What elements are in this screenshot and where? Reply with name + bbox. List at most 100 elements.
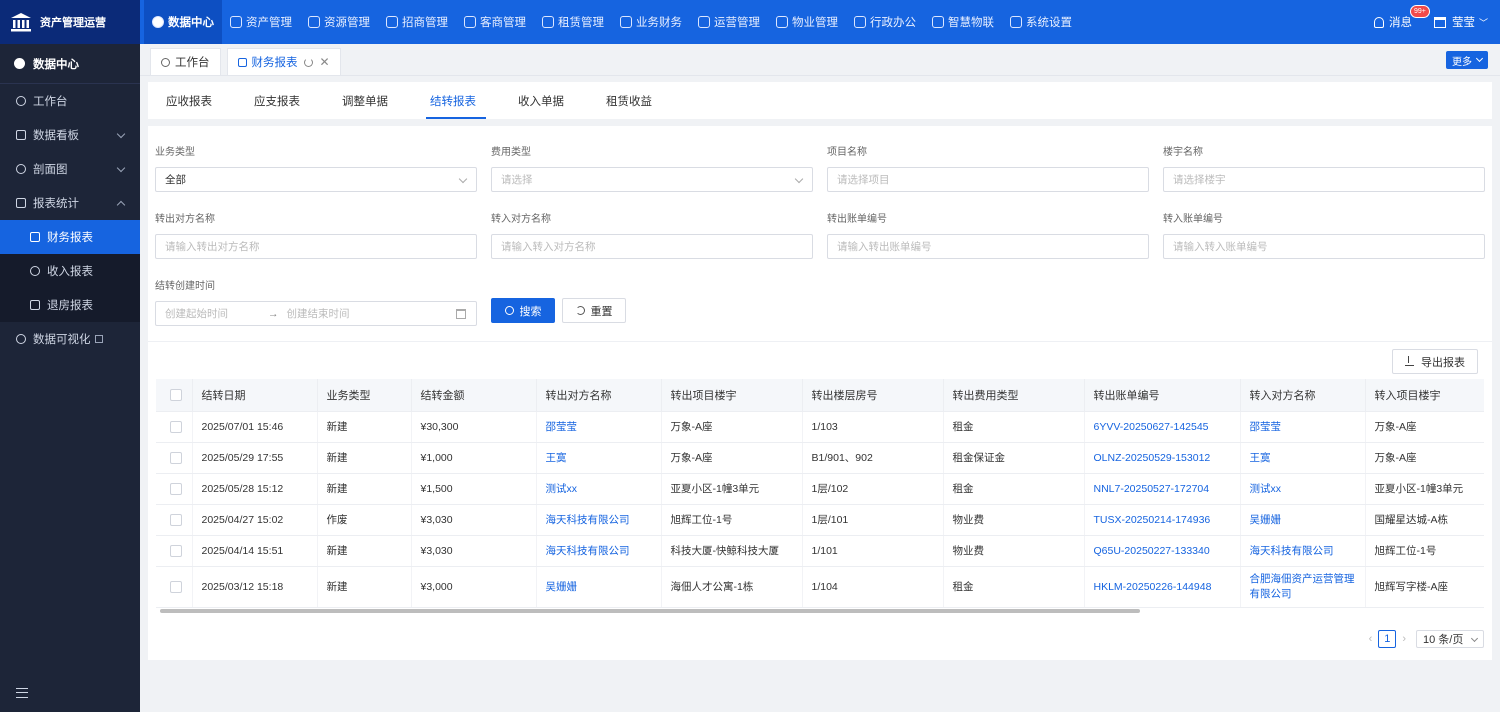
business-type-select[interactable]: 全部 bbox=[155, 167, 477, 192]
page-number-current[interactable]: 1 bbox=[1378, 630, 1397, 648]
cell-link[interactable]: Q65U-20250227-133340 bbox=[1084, 535, 1241, 567]
column-header[interactable]: 转出项目楼宇 bbox=[661, 379, 803, 412]
cell-link[interactable]: 合肥海佃资产运营管理有限公司 bbox=[1240, 566, 1366, 608]
sidebar-item-data-board[interactable]: 数据看板 bbox=[0, 118, 140, 152]
topnav-asset[interactable]: 资产管理 bbox=[222, 0, 300, 44]
sidebar-item-income-report[interactable]: 收入报表 bbox=[0, 254, 140, 288]
column-header[interactable]: 结转日期 bbox=[192, 379, 318, 412]
topnav-admin[interactable]: 行政办公 bbox=[846, 0, 924, 44]
cell: 作废 bbox=[317, 504, 412, 536]
cell-link[interactable]: 邵莹莹 bbox=[1240, 411, 1366, 443]
tab-adjustment[interactable]: 调整单据 bbox=[330, 82, 410, 119]
brand[interactable]: 资产管理运营 bbox=[0, 0, 140, 44]
table-card: 导出报表 结转日期 业务类型 结转金额 转出对方名称 转出项目楼宇 转出楼层房号… bbox=[148, 341, 1492, 660]
sidebar-item-report-stats[interactable]: 报表统计 bbox=[0, 186, 140, 220]
close-icon[interactable]: ✕ bbox=[320, 55, 330, 69]
export-report-button[interactable]: 导出报表 bbox=[1392, 349, 1478, 374]
cell-link[interactable]: 吴姗姗 bbox=[1240, 504, 1366, 536]
building-input[interactable]: 请选择楼宇 bbox=[1163, 167, 1485, 192]
tab-receivable[interactable]: 应收报表 bbox=[154, 82, 234, 119]
out-party-input[interactable]: 请输入转出对方名称 bbox=[155, 234, 477, 259]
topnav-lease[interactable]: 租赁管理 bbox=[534, 0, 612, 44]
sidebar-item-checkout-report[interactable]: 退房报表 bbox=[0, 288, 140, 322]
column-header[interactable]: 转出楼层房号 bbox=[802, 379, 944, 412]
cell-link[interactable]: 邵莹莹 bbox=[536, 411, 662, 443]
cube-icon bbox=[230, 16, 242, 28]
refresh-icon[interactable] bbox=[303, 57, 313, 67]
cell-link[interactable]: 6YVV-20250627-142545 bbox=[1084, 411, 1241, 443]
sidebar-item-data-visualization[interactable]: 数据可视化 bbox=[0, 322, 140, 356]
topnav-merchant[interactable]: 客商管理 bbox=[456, 0, 534, 44]
topnav-settings[interactable]: 系统设置 bbox=[1002, 0, 1080, 44]
prev-page-icon[interactable]: ‹ bbox=[1369, 633, 1373, 645]
out-bill-input[interactable]: 请输入转出账单编号 bbox=[827, 234, 1149, 259]
user-menu[interactable]: 莹莹 ﹀ bbox=[1433, 14, 1488, 30]
column-header[interactable]: 转出账单编号 bbox=[1084, 379, 1241, 412]
column-header[interactable]: 转出费用类型 bbox=[943, 379, 1085, 412]
scrollbar-thumb[interactable] bbox=[160, 609, 1140, 613]
row-checkbox[interactable] bbox=[170, 580, 182, 593]
cell-link[interactable]: 海天科技有限公司 bbox=[536, 535, 662, 567]
cell: 亚夏小区-1幢3单元 bbox=[661, 473, 803, 505]
topnav-data-center[interactable]: 数据中心 bbox=[144, 0, 222, 44]
tab-income-bill[interactable]: 收入单据 bbox=[506, 82, 586, 119]
row-checkbox[interactable] bbox=[170, 513, 182, 526]
next-page-icon[interactable]: › bbox=[1402, 633, 1406, 645]
tab-carryover[interactable]: 结转报表 bbox=[418, 82, 498, 119]
more-tabs-button[interactable]: 更多 bbox=[1446, 51, 1488, 69]
cell-link[interactable]: 测试xx bbox=[1240, 473, 1366, 505]
row-checkbox[interactable] bbox=[170, 482, 182, 495]
topnav-operation[interactable]: 运营管理 bbox=[690, 0, 768, 44]
collapse-menu-icon[interactable] bbox=[16, 688, 28, 698]
cell-link[interactable]: 测试xx bbox=[536, 473, 662, 505]
sidebar-item-section-view[interactable]: 剖面图 bbox=[0, 152, 140, 186]
page-size-select[interactable]: 10 条/页 bbox=[1416, 630, 1484, 648]
column-header[interactable]: 转入项目楼宇 bbox=[1365, 379, 1484, 412]
column-header[interactable]: 转出对方名称 bbox=[536, 379, 662, 412]
table-scroll-area[interactable]: 结转日期 业务类型 结转金额 转出对方名称 转出项目楼宇 转出楼层房号 转出费用… bbox=[156, 379, 1484, 611]
search-button[interactable]: 搜索 bbox=[491, 298, 555, 323]
tab-payable[interactable]: 应支报表 bbox=[242, 82, 322, 119]
end-date-placeholder[interactable]: 创建结束时间 bbox=[287, 306, 350, 321]
topnav-resource[interactable]: 资源管理 bbox=[300, 0, 378, 44]
select-all-checkbox[interactable] bbox=[170, 388, 182, 401]
cell-link[interactable]: 王寞 bbox=[1240, 442, 1366, 474]
reset-button[interactable]: 重置 bbox=[562, 298, 626, 323]
cell: 万象-A座 bbox=[661, 442, 803, 474]
topnav-property[interactable]: 物业管理 bbox=[768, 0, 846, 44]
sidebar-item-financial-report[interactable]: 财务报表 bbox=[0, 220, 140, 254]
row-checkbox[interactable] bbox=[170, 451, 182, 464]
sidebar-item-workbench[interactable]: 工作台 bbox=[0, 84, 140, 118]
cell-link[interactable]: HKLM-20250226-144948 bbox=[1084, 566, 1241, 608]
cell-link[interactable]: NNL7-20250527-172704 bbox=[1084, 473, 1241, 505]
cell-link[interactable]: 吴姗姗 bbox=[536, 566, 662, 608]
in-party-input[interactable]: 请输入转入对方名称 bbox=[491, 234, 813, 259]
horizontal-scrollbar[interactable] bbox=[156, 608, 1484, 614]
page-tab-workbench[interactable]: 工作台 bbox=[150, 48, 221, 75]
start-date-placeholder[interactable]: 创建起始时间 bbox=[165, 306, 228, 321]
fee-type-select[interactable]: 请选择 bbox=[491, 167, 813, 192]
cell-link[interactable]: TUSX-20250214-174936 bbox=[1084, 504, 1241, 536]
field-label: 业务类型 bbox=[155, 147, 195, 158]
row-checkbox[interactable] bbox=[170, 420, 182, 433]
column-header[interactable]: 业务类型 bbox=[317, 379, 412, 412]
chevron-down-icon bbox=[1475, 54, 1484, 63]
project-input[interactable]: 请选择项目 bbox=[827, 167, 1149, 192]
topnav-investment[interactable]: 招商管理 bbox=[378, 0, 456, 44]
topnav-iot[interactable]: 智慧物联 bbox=[924, 0, 1002, 44]
download-icon bbox=[1405, 356, 1414, 366]
column-header[interactable]: 结转金额 bbox=[411, 379, 537, 412]
page-tab-financial-report[interactable]: 财务报表 ✕ bbox=[226, 48, 341, 75]
created-time-range[interactable]: 创建起始时间 → 创建结束时间 bbox=[155, 301, 477, 326]
column-header[interactable]: 转入对方名称 bbox=[1240, 379, 1366, 412]
messages-button[interactable]: 消息 99+ bbox=[1373, 5, 1430, 30]
cell-link[interactable]: 海天科技有限公司 bbox=[1240, 535, 1366, 567]
in-bill-input[interactable]: 请输入转入账单编号 bbox=[1163, 234, 1485, 259]
cell-link[interactable]: 王寞 bbox=[536, 442, 662, 474]
cell-link[interactable]: OLNZ-20250529-153012 bbox=[1084, 442, 1241, 474]
cell-link[interactable]: 海天科技有限公司 bbox=[536, 504, 662, 536]
house-icon bbox=[30, 300, 40, 310]
tab-lease-revenue[interactable]: 租赁收益 bbox=[594, 82, 674, 119]
topnav-finance[interactable]: 业务财务 bbox=[612, 0, 690, 44]
row-checkbox[interactable] bbox=[170, 544, 182, 557]
